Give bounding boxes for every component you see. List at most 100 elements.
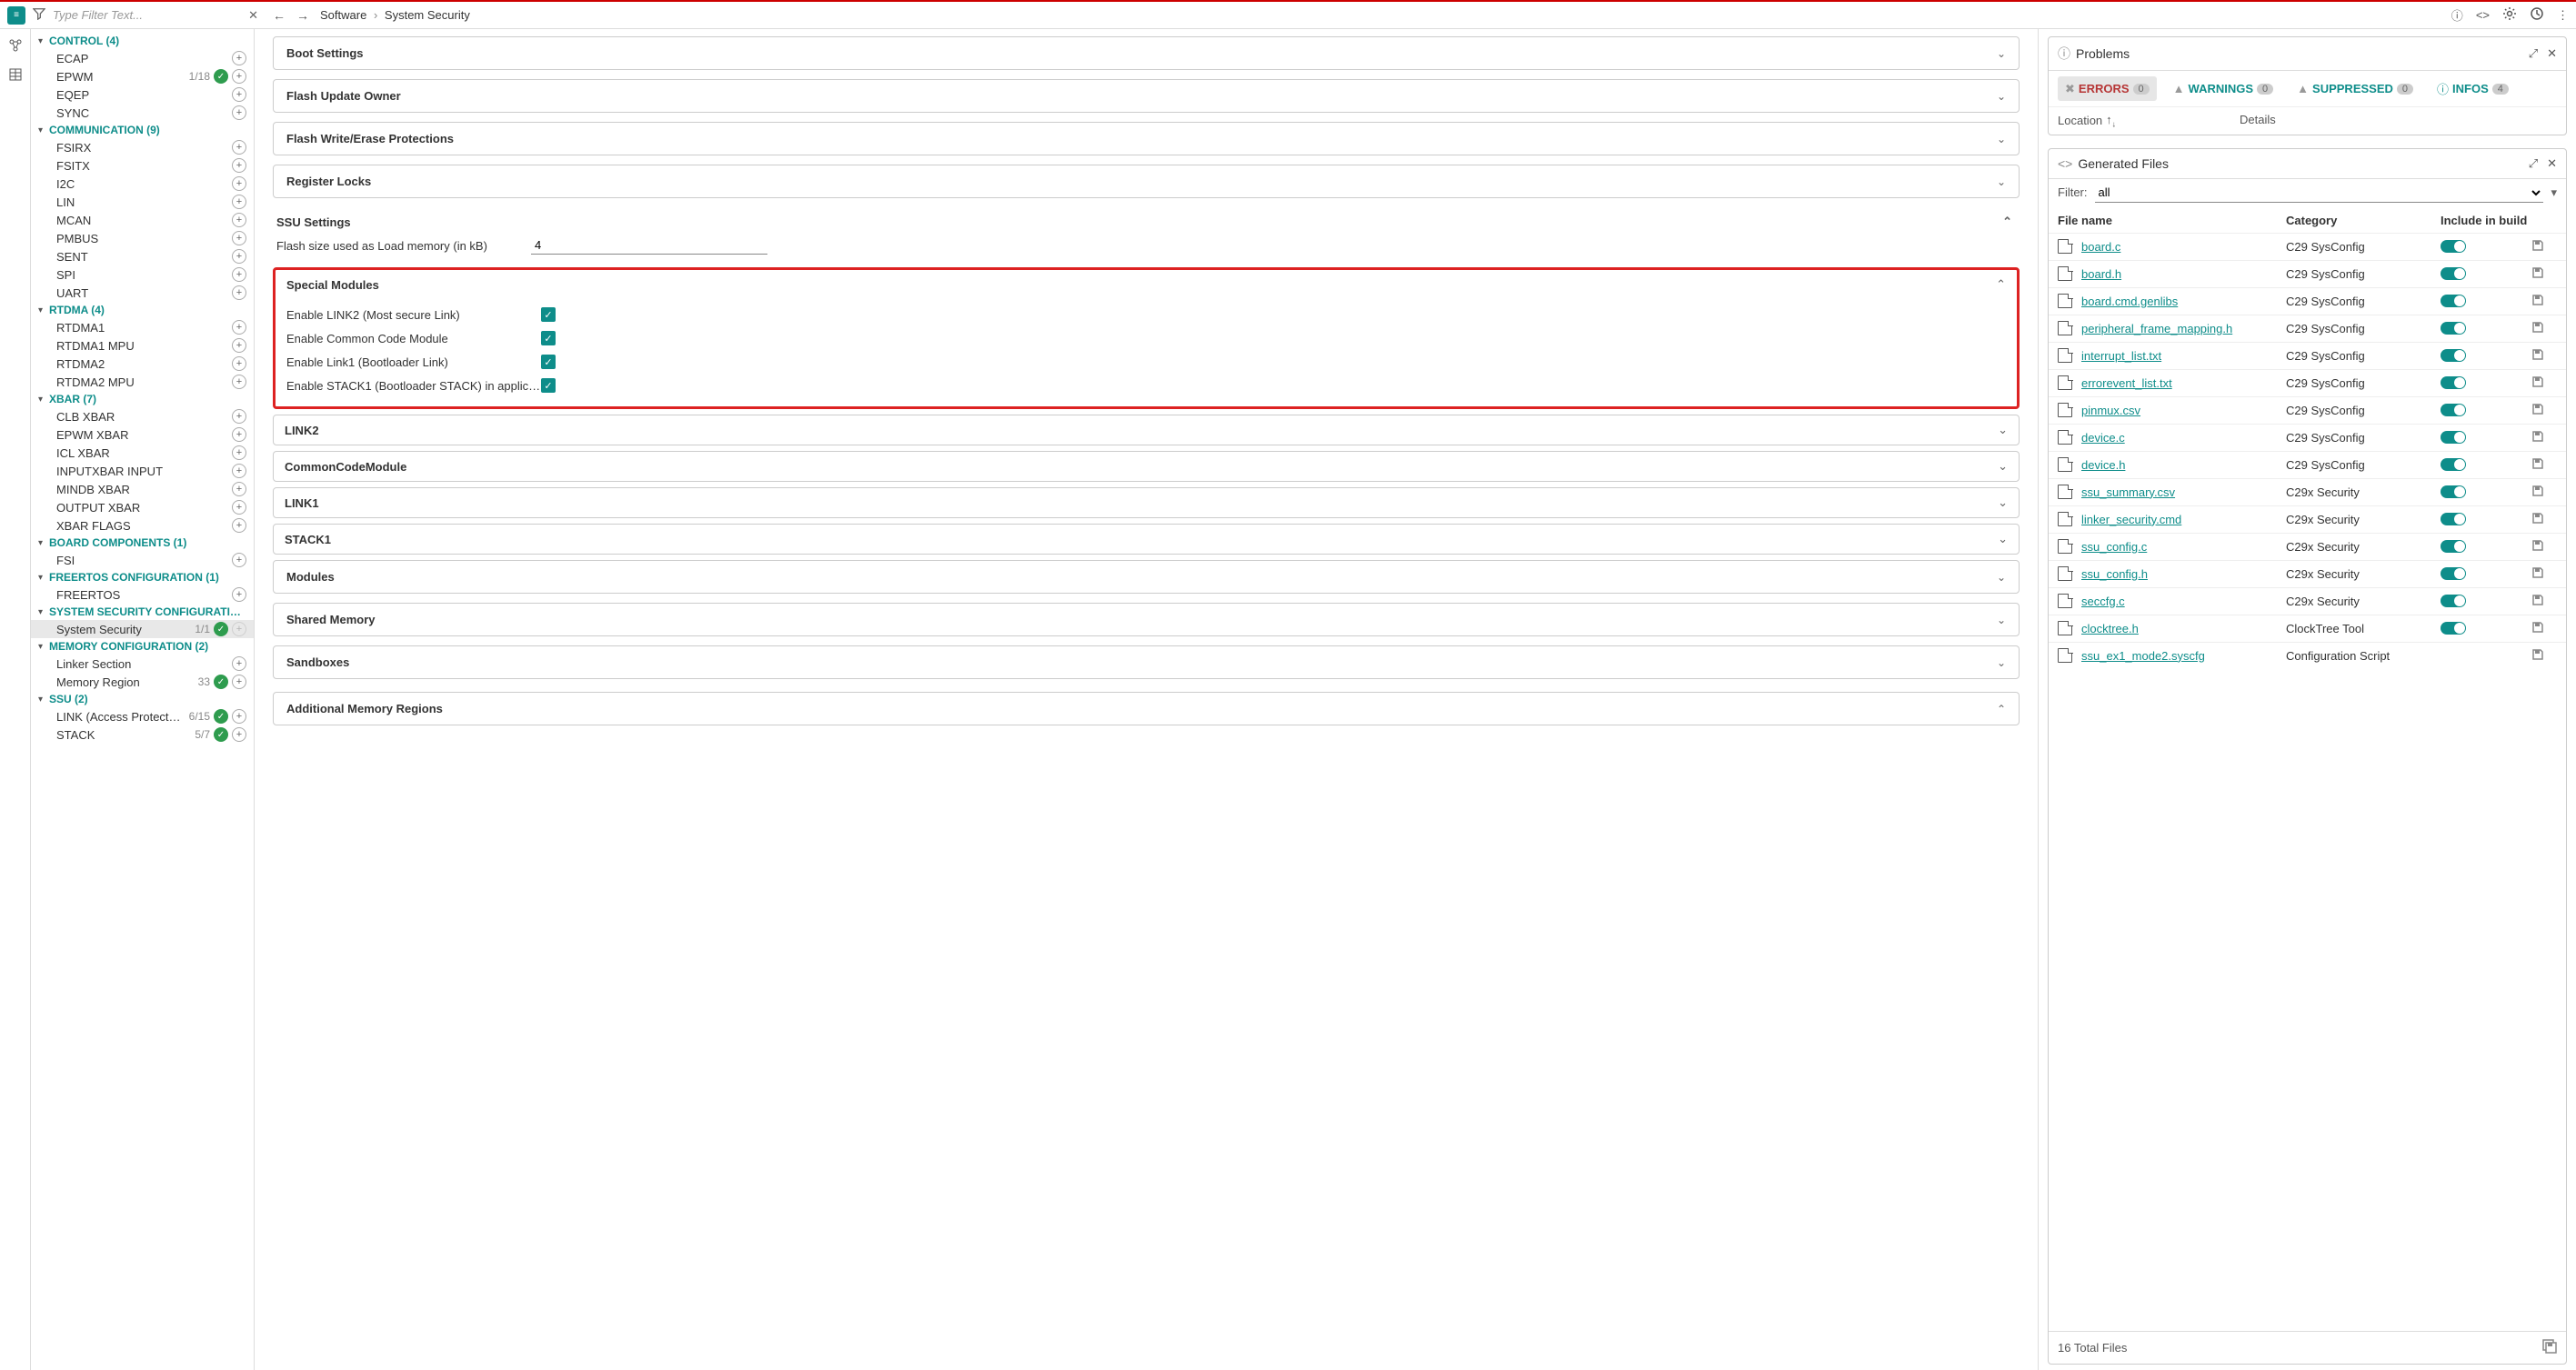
checkbox-checked[interactable]: ✓ xyxy=(541,378,556,393)
col-include[interactable]: Include in build xyxy=(2441,214,2531,227)
add-icon[interactable]: + xyxy=(232,105,246,120)
save-icon[interactable] xyxy=(2531,513,2544,527)
tree-item[interactable]: EPWM1/18✓+ xyxy=(31,67,254,85)
include-toggle[interactable] xyxy=(2441,458,2466,471)
add-icon[interactable]: + xyxy=(232,553,246,567)
file-filter-select[interactable]: all xyxy=(2095,183,2544,203)
tree-group[interactable]: ▾RTDMA (4) xyxy=(31,302,254,318)
file-link[interactable]: board.c xyxy=(2081,240,2120,254)
tree-item[interactable]: Linker Section+ xyxy=(31,655,254,673)
table-icon[interactable] xyxy=(6,65,25,84)
tree-item[interactable]: System Security1/1✓+ xyxy=(31,620,254,638)
include-toggle[interactable] xyxy=(2441,431,2466,444)
add-icon[interactable]: + xyxy=(232,622,246,636)
file-link[interactable]: device.c xyxy=(2081,431,2125,445)
config-section[interactable]: Boot Settings⌄ xyxy=(273,36,2020,70)
tree-item[interactable]: XBAR FLAGS+ xyxy=(31,516,254,535)
tree-item[interactable]: STACK5/7✓+ xyxy=(31,725,254,744)
checkbox-checked[interactable]: ✓ xyxy=(541,355,556,369)
expand-icon[interactable]: ⤢ xyxy=(2529,156,2538,171)
add-icon[interactable]: + xyxy=(232,500,246,515)
tree-group[interactable]: ▾COMMUNICATION (9) xyxy=(31,122,254,138)
tab-infos[interactable]: ⓘINFOS4 xyxy=(2430,76,2516,101)
add-icon[interactable]: + xyxy=(232,427,246,442)
include-toggle[interactable] xyxy=(2441,349,2466,362)
include-toggle[interactable] xyxy=(2441,595,2466,607)
tree-item[interactable]: MCAN+ xyxy=(31,211,254,229)
include-toggle[interactable] xyxy=(2441,513,2466,525)
include-toggle[interactable] xyxy=(2441,404,2466,416)
tree-group[interactable]: ▾CONTROL (4) xyxy=(31,33,254,49)
add-icon[interactable]: + xyxy=(232,176,246,191)
tree-group[interactable]: ▾BOARD COMPONENTS (1) xyxy=(31,535,254,551)
add-icon[interactable]: + xyxy=(232,464,246,478)
close-icon[interactable]: ✕ xyxy=(2547,156,2557,171)
checkbox-checked[interactable]: ✓ xyxy=(541,307,556,322)
tree-item[interactable]: I2C+ xyxy=(31,175,254,193)
add-icon[interactable]: + xyxy=(232,320,246,335)
config-section[interactable]: Register Locks⌄ xyxy=(273,165,2020,198)
tree-item[interactable]: LIN+ xyxy=(31,193,254,211)
col-filename[interactable]: File name xyxy=(2058,214,2286,227)
app-icon[interactable]: ≡ xyxy=(7,6,25,25)
nav-forward-icon[interactable]: → xyxy=(296,8,309,23)
add-icon[interactable]: + xyxy=(232,409,246,424)
additional-memory-section[interactable]: Additional Memory Regions ⌃ xyxy=(273,692,2020,725)
file-link[interactable]: board.h xyxy=(2081,267,2121,281)
tree-item[interactable]: ICL XBAR+ xyxy=(31,444,254,462)
tree-item[interactable]: FSIRX+ xyxy=(31,138,254,156)
add-icon[interactable]: + xyxy=(232,727,246,742)
tree-item[interactable]: SPI+ xyxy=(31,265,254,284)
file-link[interactable]: ssu_ex1_mode2.syscfg xyxy=(2081,649,2205,663)
include-toggle[interactable] xyxy=(2441,485,2466,498)
include-toggle[interactable] xyxy=(2441,567,2466,580)
file-link[interactable]: ssu_config.h xyxy=(2081,567,2148,581)
file-link[interactable]: linker_security.cmd xyxy=(2081,513,2181,526)
save-icon[interactable] xyxy=(2531,431,2544,445)
tab-errors[interactable]: ✖ERRORS0 xyxy=(2058,76,2157,101)
save-icon[interactable] xyxy=(2531,649,2544,664)
file-link[interactable]: peripheral_frame_mapping.h xyxy=(2081,322,2232,335)
add-icon[interactable]: + xyxy=(232,51,246,65)
tree-group[interactable]: ▾FREERTOS CONFIGURATION (1) xyxy=(31,569,254,585)
location-header[interactable]: Location xyxy=(2058,114,2102,127)
config-section[interactable]: Modules⌄ xyxy=(273,560,2020,594)
tree-item[interactable]: Memory Region33✓+ xyxy=(31,673,254,691)
more-icon[interactable]: ⋮ xyxy=(2557,8,2569,23)
include-toggle[interactable] xyxy=(2441,267,2466,280)
tab-suppressed[interactable]: ▲SUPPRESSED0 xyxy=(2290,76,2421,101)
file-link[interactable]: errorevent_list.txt xyxy=(2081,376,2172,390)
tree-item[interactable]: UART+ xyxy=(31,284,254,302)
crumb-system-security[interactable]: System Security xyxy=(385,8,470,22)
add-icon[interactable]: + xyxy=(232,140,246,155)
expand-icon[interactable]: ⤢ xyxy=(2529,46,2538,61)
tree-item[interactable]: RTDMA1+ xyxy=(31,318,254,336)
add-icon[interactable]: + xyxy=(232,709,246,724)
include-toggle[interactable] xyxy=(2441,240,2466,253)
include-toggle[interactable] xyxy=(2441,622,2466,635)
tree-item[interactable]: EPWM XBAR+ xyxy=(31,425,254,444)
details-header[interactable]: Details xyxy=(2240,113,2557,129)
file-link[interactable]: ssu_config.c xyxy=(2081,540,2147,554)
add-icon[interactable]: + xyxy=(232,482,246,496)
save-icon[interactable] xyxy=(2531,485,2544,500)
chevron-up-icon[interactable]: ⌃ xyxy=(2002,215,2012,229)
add-icon[interactable]: + xyxy=(232,445,246,460)
save-icon[interactable] xyxy=(2531,458,2544,473)
tree-item[interactable]: PMBUS+ xyxy=(31,229,254,247)
save-icon[interactable] xyxy=(2531,540,2544,555)
nav-back-icon[interactable]: ← xyxy=(273,8,286,23)
add-icon[interactable]: + xyxy=(232,195,246,209)
chevron-up-icon[interactable]: ⌃ xyxy=(1996,277,2006,292)
config-section[interactable]: Flash Write/Erase Protections⌄ xyxy=(273,122,2020,155)
sort-icon[interactable]: ↑↓ xyxy=(2106,113,2116,129)
include-toggle[interactable] xyxy=(2441,322,2466,335)
save-icon[interactable] xyxy=(2531,622,2544,636)
include-toggle[interactable] xyxy=(2441,540,2466,553)
tree-item[interactable]: RTDMA2 MPU+ xyxy=(31,373,254,391)
tree-item[interactable]: FSITX+ xyxy=(31,156,254,175)
add-icon[interactable]: + xyxy=(232,213,246,227)
tree-group[interactable]: ▾XBAR (7) xyxy=(31,391,254,407)
tree-group[interactable]: ▾SYSTEM SECURITY CONFIGURATI… xyxy=(31,604,254,620)
crumb-software[interactable]: Software xyxy=(320,8,366,22)
